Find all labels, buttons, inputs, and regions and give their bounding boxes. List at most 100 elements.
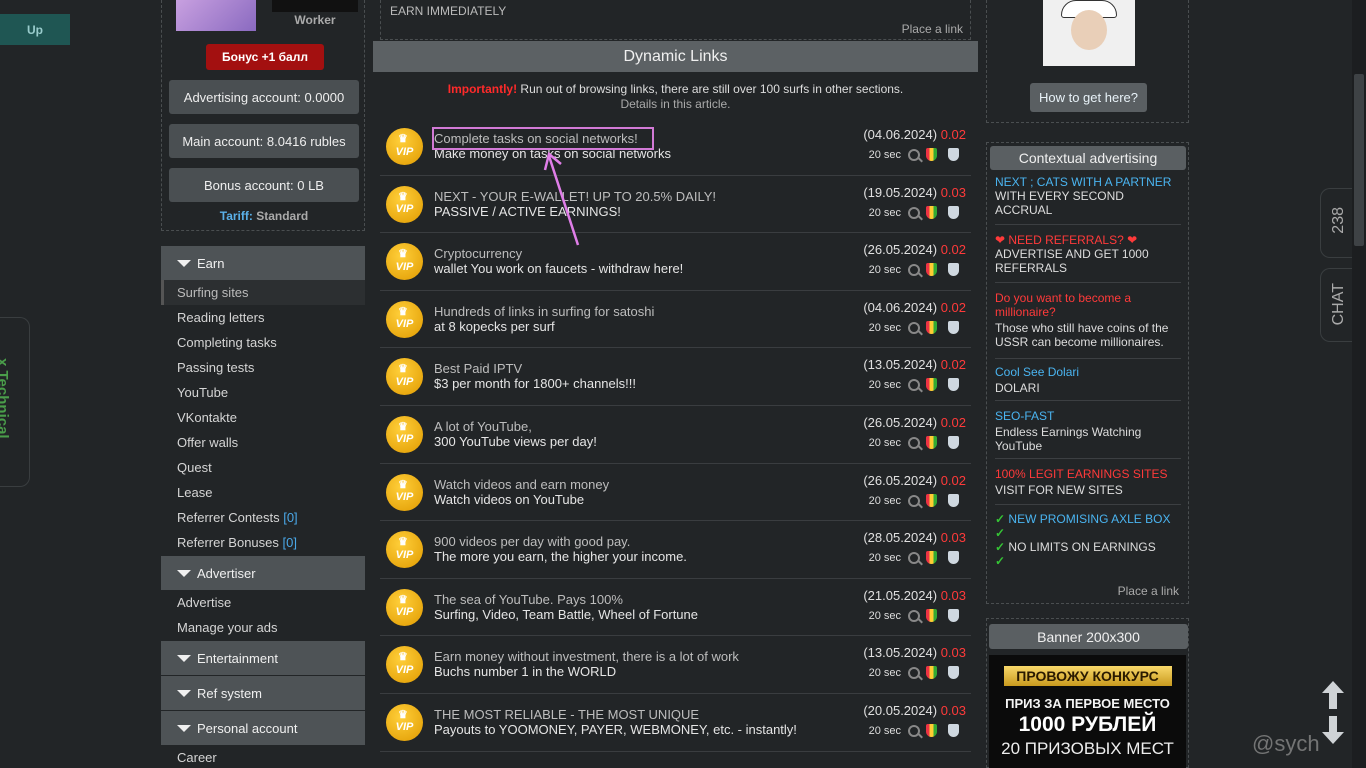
report-shield-icon[interactable] xyxy=(948,320,959,334)
rating-shield-icon[interactable] xyxy=(926,205,937,219)
ad-item[interactable]: SEO-FAST Endless Earnings Watching YouTub… xyxy=(995,409,1181,459)
scrollbar-thumb[interactable] xyxy=(1354,74,1364,246)
link-title[interactable]: Cryptocurrency xyxy=(434,246,522,261)
report-shield-icon[interactable] xyxy=(948,148,959,161)
earn-immediately-text[interactable]: EARN IMMEDIATELY xyxy=(390,4,506,18)
rating-shield-icon[interactable] xyxy=(926,148,937,161)
report-shield-icon[interactable] xyxy=(948,666,959,680)
notice-details-link[interactable]: Details in this article. xyxy=(620,97,730,111)
menu-entertainment[interactable]: Entertainment xyxy=(161,641,365,675)
menu-item-vkontakte[interactable]: VKontakte xyxy=(161,405,365,430)
place-link-right[interactable]: Place a link xyxy=(1118,584,1179,598)
menu-item-lease[interactable]: Lease xyxy=(161,480,365,505)
menu-item-advertise[interactable]: Advertise xyxy=(161,590,365,615)
report-shield-icon[interactable] xyxy=(948,378,959,392)
rating-shield-icon[interactable] xyxy=(926,378,937,392)
link-row[interactable]: VIP A lot of YouTube,300 YouTube views pe… xyxy=(380,406,971,464)
ad-item[interactable]: Cool See Dolari DOLARI xyxy=(995,365,1181,401)
bonus-account-button[interactable]: Bonus account: 0 LB xyxy=(169,168,359,202)
ad-item[interactable]: Do you want to become a millionaire? Thos… xyxy=(995,291,1181,359)
rating-shield-icon[interactable] xyxy=(926,723,937,737)
rating-shield-icon[interactable] xyxy=(926,551,937,565)
menu-item-passing-tests[interactable]: Passing tests xyxy=(161,355,365,380)
link-row[interactable]: VIP 900 videos per day with good pay.The … xyxy=(380,521,971,579)
search-icon[interactable] xyxy=(908,494,920,507)
link-title[interactable]: The sea of YouTube. Pays 100% xyxy=(434,592,623,607)
link-row[interactable]: VIP Cryptocurrencywallet You work on fauc… xyxy=(380,233,971,291)
technical-tab[interactable]: x Technical xyxy=(0,317,30,487)
rating-shield-icon[interactable] xyxy=(926,666,937,680)
link-row[interactable]: VIP Best Paid IPTV$3 per month for 1800+ … xyxy=(380,348,971,406)
ad-heading[interactable]: NEW PROMISING AXLE BOX xyxy=(1008,512,1170,526)
ad-item[interactable]: ❤ NEED REFERRALS? ❤ ADVERTISE AND GET 100… xyxy=(995,233,1181,283)
search-icon[interactable] xyxy=(908,264,920,277)
search-icon[interactable] xyxy=(908,206,920,219)
place-link-top[interactable]: Place a link xyxy=(902,22,963,36)
search-icon[interactable] xyxy=(908,379,920,392)
ad-item[interactable]: ✓ NEW PROMISING AXLE BOX ✓ ✓ NO LIMITS O… xyxy=(995,512,1181,574)
report-shield-icon[interactable] xyxy=(948,608,959,622)
menu-item-referrer-contests[interactable]: Referrer Contests [0] xyxy=(161,505,365,530)
ad-item[interactable]: 100% LEGIT EARNINGS SITES VISIT FOR NEW S… xyxy=(995,467,1181,505)
ad-heading[interactable]: NEXT ; CATS WITH A PARTNER xyxy=(995,175,1181,189)
advertising-account-button[interactable]: Advertising account: 0.0000 xyxy=(169,80,359,114)
link-row[interactable]: VIP Earn money without investment, there … xyxy=(380,636,971,694)
search-icon[interactable] xyxy=(908,667,920,680)
rating-shield-icon[interactable] xyxy=(926,493,937,507)
menu-item-reading-letters[interactable]: Reading letters xyxy=(161,305,365,330)
rating-shield-icon[interactable] xyxy=(926,263,937,277)
menu-earn[interactable]: Earn xyxy=(161,246,365,280)
banner-image[interactable]: ПРОВОЖУ КОНКУРС ПРИЗ ЗА ПЕРВОЕ МЕСТО 100… xyxy=(989,655,1186,768)
menu-item-offer-walls[interactable]: Offer walls xyxy=(161,430,365,455)
report-shield-icon[interactable] xyxy=(948,205,959,219)
menu-item-referrer-bonuses[interactable]: Referrer Bonuses [0] xyxy=(161,530,365,555)
search-icon[interactable] xyxy=(908,552,920,565)
link-title[interactable]: A lot of YouTube, xyxy=(434,419,532,434)
ad-heading[interactable]: ❤ NEED REFERRALS? ❤ xyxy=(995,233,1181,247)
link-title[interactable]: 900 videos per day with good pay. xyxy=(434,534,630,549)
report-shield-icon[interactable] xyxy=(948,435,959,449)
bonus-button[interactable]: Бонус +1 балл xyxy=(206,44,324,70)
report-shield-icon[interactable] xyxy=(948,263,959,277)
menu-item-manage-ads[interactable]: Manage your ads xyxy=(161,615,365,640)
scroll-down-arrow-icon[interactable] xyxy=(1322,716,1344,744)
menu-item-youtube[interactable]: YouTube xyxy=(161,380,365,405)
ad-heading[interactable]: Do you want to become a millionaire? xyxy=(995,291,1181,319)
link-row[interactable]: VIP Watch videos and earn moneyWatch vide… xyxy=(380,464,971,522)
rating-shield-icon[interactable] xyxy=(926,320,937,334)
link-row[interactable]: VIPNEXT - YOUR E-WALLET! UP TO 20.5% DAI… xyxy=(380,176,971,234)
rating-shield-icon[interactable] xyxy=(926,608,937,622)
search-icon[interactable] xyxy=(908,436,920,449)
report-shield-icon[interactable] xyxy=(948,551,959,565)
ad-heading[interactable]: SEO-FAST xyxy=(995,409,1181,423)
link-title[interactable]: Earn money without investment, there is … xyxy=(434,649,739,664)
scroll-up-arrow-icon[interactable] xyxy=(1322,681,1344,709)
search-icon[interactable] xyxy=(908,724,920,737)
report-shield-icon[interactable] xyxy=(948,723,959,737)
ad-item[interactable]: NEXT ; CATS WITH A PARTNER WITH EVERY SEC… xyxy=(995,175,1181,225)
menu-ref-system[interactable]: Ref system xyxy=(161,676,365,710)
ad-heading[interactable]: 100% LEGIT EARNINGS SITES xyxy=(995,467,1181,481)
link-row[interactable]: VIP Hundreds of links in surfing for sato… xyxy=(380,291,971,349)
rating-shield-icon[interactable] xyxy=(926,435,937,449)
link-title[interactable]: Best Paid IPTV xyxy=(434,361,522,376)
menu-personal-account[interactable]: Personal account xyxy=(161,711,365,745)
link-row[interactable]: VIP The sea of YouTube. Pays 100%Surfing,… xyxy=(380,579,971,637)
ad-heading[interactable]: Cool See Dolari xyxy=(995,365,1181,379)
link-title[interactable]: Hundreds of links in surfing for satoshi xyxy=(434,304,654,319)
search-icon[interactable] xyxy=(908,609,920,622)
main-account-button[interactable]: Main account: 8.0416 rubles xyxy=(169,124,359,158)
link-title[interactable]: Watch videos and earn money xyxy=(434,477,609,492)
menu-item-surfing-sites[interactable]: Surfing sites xyxy=(161,280,365,305)
link-title[interactable]: THE MOST RELIABLE - THE MOST UNIQUE xyxy=(434,707,699,722)
search-icon[interactable] xyxy=(908,321,920,334)
up-button[interactable]: Up xyxy=(0,14,70,45)
how-to-get-here-button[interactable]: How to get here? xyxy=(1030,83,1147,112)
scrollbar[interactable] xyxy=(1352,0,1366,768)
report-shield-icon[interactable] xyxy=(948,493,959,507)
menu-advertiser[interactable]: Advertiser xyxy=(161,556,365,590)
menu-item-quest[interactable]: Quest xyxy=(161,455,365,480)
link-row[interactable]: VIP THE MOST RELIABLE - THE MOST UNIQUEPa… xyxy=(380,694,971,752)
user-avatar[interactable] xyxy=(176,0,256,31)
menu-item-completing-tasks[interactable]: Completing tasks xyxy=(161,330,365,355)
